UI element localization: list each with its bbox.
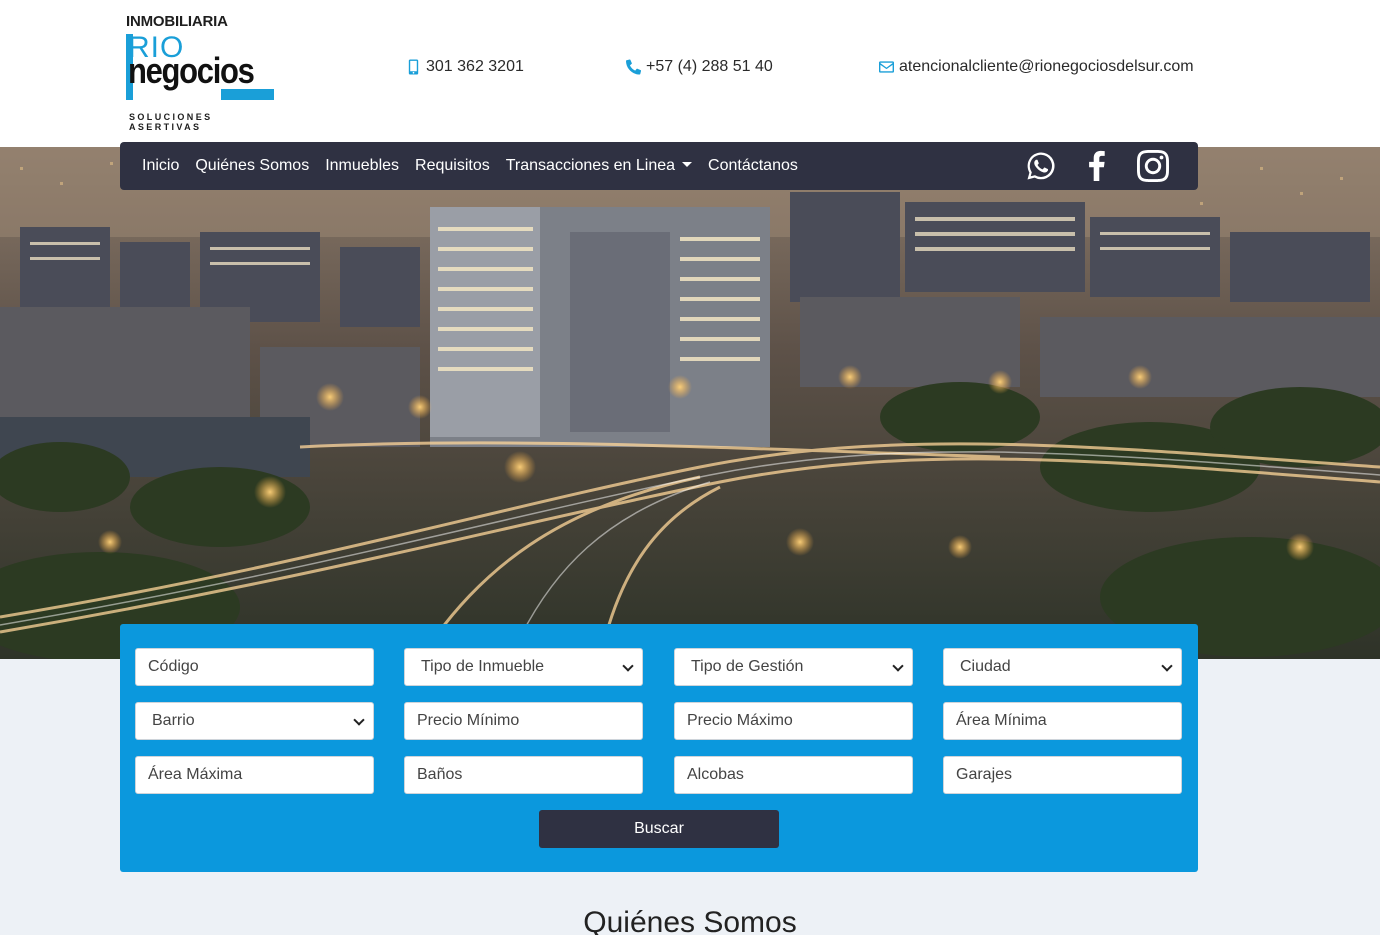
top-header: INMOBILIARIA RIO negocios SOLUCIONES ASE… (0, 0, 1380, 147)
whatsapp-icon (1027, 152, 1055, 180)
barrio-select[interactable]: Barrio (135, 702, 374, 740)
tipo-gestion-value: Tipo de Gestión (691, 658, 804, 675)
precio-minimo-placeholder: Precio Mínimo (417, 712, 520, 729)
garajes-input[interactable]: Garajes (943, 756, 1182, 794)
company-logo[interactable]: INMOBILIARIA RIO negocios SOLUCIONES ASE… (126, 13, 276, 132)
whatsapp-link[interactable] (1025, 150, 1057, 182)
area-minima-input[interactable]: Área Mínima (943, 702, 1182, 740)
nav-requisitos[interactable]: Requisitos (415, 157, 490, 175)
instagram-icon (1137, 150, 1169, 182)
hero-city-image (0, 147, 1380, 659)
contact-email-text: atencionalcliente@rionegociosdelsur.com (899, 58, 1194, 75)
area-minima-placeholder: Área Mínima (956, 712, 1047, 729)
property-search-panel: Código Tipo de Inmueble Tipo de Gestión … (120, 624, 1198, 872)
banos-placeholder: Baños (417, 766, 463, 783)
caret-down-icon (682, 162, 693, 168)
chevron-down-icon (622, 660, 634, 672)
ciudad-value: Ciudad (960, 658, 1011, 675)
facebook-link[interactable] (1081, 150, 1113, 182)
envelope-icon (879, 61, 894, 73)
main-navbar: Inicio Quiénes Somos Inmuebles Requisito… (120, 142, 1198, 190)
area-maxima-input[interactable]: Área Máxima (135, 756, 374, 794)
precio-minimo-input[interactable]: Precio Mínimo (404, 702, 643, 740)
chevron-down-icon (892, 660, 904, 672)
logo-tagline: SOLUCIONES ASERTIVAS (129, 112, 213, 132)
tipo-gestion-select[interactable]: Tipo de Gestión (674, 648, 913, 686)
contact-mobile-text: 301 362 3201 (426, 58, 524, 75)
area-maxima-placeholder: Área Máxima (148, 766, 243, 783)
codigo-input[interactable]: Código (135, 648, 374, 686)
contact-mobile[interactable]: 301 362 3201 (406, 58, 524, 76)
tipo-inmueble-value: Tipo de Inmueble (421, 658, 545, 675)
mobile-phone-icon (408, 59, 419, 75)
nav-inmuebles[interactable]: Inmuebles (325, 157, 399, 175)
chevron-down-icon (353, 714, 365, 726)
banos-input[interactable]: Baños (404, 756, 643, 794)
nav-quienes-somos[interactable]: Quiénes Somos (195, 157, 309, 175)
nav-contactanos[interactable]: Contáctanos (708, 157, 798, 175)
nav-transacciones-dropdown[interactable]: Transacciones en Linea (505, 157, 693, 175)
logo-top-text: INMOBILIARIA (126, 13, 228, 30)
logo-negocios-text: negocios (128, 50, 255, 91)
codigo-placeholder: Código (148, 658, 199, 675)
nav-transacciones-label: Transacciones en Linea (505, 157, 676, 174)
contact-email[interactable]: atencionalcliente@rionegociosdelsur.com (879, 58, 1194, 76)
instagram-link[interactable] (1137, 150, 1169, 182)
alcobas-input[interactable]: Alcobas (674, 756, 913, 794)
facebook-icon (1089, 150, 1105, 181)
section-title: Quiénes Somos (583, 906, 797, 935)
buscar-button[interactable]: Buscar (539, 810, 779, 848)
contact-phone[interactable]: +57 (4) 288 51 40 (626, 58, 773, 76)
chevron-down-icon (1161, 660, 1173, 672)
nav-inicio[interactable]: Inicio (142, 157, 179, 175)
barrio-value: Barrio (152, 712, 195, 729)
logo-bar-accent (221, 89, 274, 100)
contact-phone-text: +57 (4) 288 51 40 (646, 58, 773, 75)
tipo-inmueble-select[interactable]: Tipo de Inmueble (404, 648, 643, 686)
phone-icon (626, 59, 641, 75)
ciudad-select[interactable]: Ciudad (943, 648, 1182, 686)
garajes-placeholder: Garajes (956, 766, 1013, 783)
precio-maximo-placeholder: Precio Máximo (687, 712, 793, 729)
alcobas-placeholder: Alcobas (687, 766, 744, 783)
city-night-illustration (0, 147, 1380, 659)
precio-maximo-input[interactable]: Precio Máximo (674, 702, 913, 740)
